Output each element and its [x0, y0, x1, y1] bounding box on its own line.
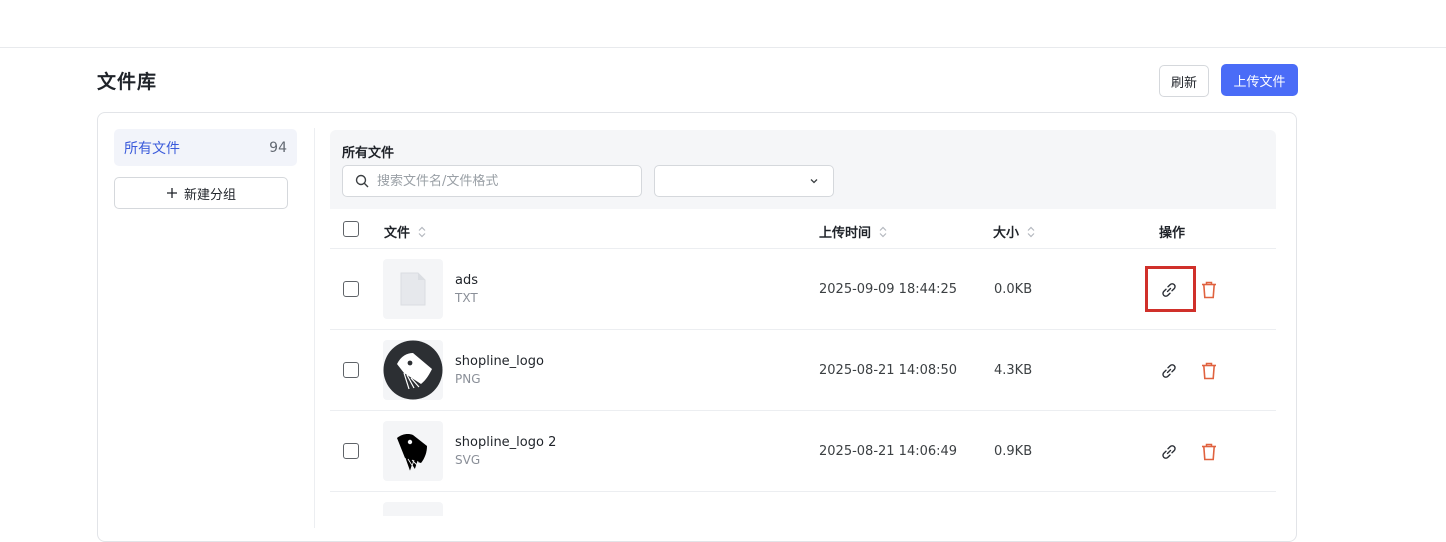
file-thumbnail[interactable] — [383, 340, 443, 400]
sort-icon — [418, 226, 426, 237]
plus-icon — [166, 188, 177, 198]
delete-button[interactable] — [1198, 441, 1220, 463]
file-thumbnail[interactable] — [383, 502, 443, 516]
group-label: 所有文件 — [124, 140, 180, 157]
select-all-checkbox[interactable] — [343, 221, 359, 237]
new-group-label: 新建分组 — [183, 187, 236, 203]
table-row — [330, 330, 1276, 411]
column-header-upload-time[interactable]: 上传时间 — [819, 222, 887, 241]
table-row — [330, 249, 1276, 330]
sidebar-divider — [314, 128, 315, 528]
table-header — [330, 210, 1276, 249]
trash-icon — [1202, 362, 1216, 380]
trash-icon — [1202, 281, 1216, 299]
file-size: 0.0KB — [994, 282, 1033, 297]
file-type: TXT — [455, 291, 478, 305]
row-checkbox[interactable] — [343, 443, 359, 459]
delete-button[interactable] — [1198, 360, 1220, 382]
new-group-button[interactable]: 新建分组 — [114, 177, 288, 209]
file-type-select[interactable] — [654, 165, 834, 197]
group-count: 94 — [269, 139, 287, 156]
file-icon — [400, 272, 426, 306]
file-type: SVG — [455, 453, 481, 467]
column-upload-time-label: 上传时间 — [819, 226, 872, 241]
filter-title: 所有文件 — [342, 146, 395, 161]
sort-icon — [879, 226, 887, 237]
column-actions-label: 操作 — [1159, 226, 1186, 241]
column-header-actions: 操作 — [1159, 222, 1185, 241]
copy-link-button[interactable] — [1158, 441, 1180, 463]
delete-button[interactable] — [1198, 279, 1220, 301]
sort-icon — [1027, 226, 1035, 237]
copy-link-button[interactable] — [1158, 360, 1180, 382]
row-checkbox[interactable] — [343, 362, 359, 378]
shopline-logo-tag-icon — [397, 434, 427, 474]
chevron-down-icon — [810, 179, 818, 184]
highlight-annotation — [1145, 266, 1196, 312]
file-name: ads — [455, 273, 478, 288]
file-size: 4.3KB — [994, 363, 1033, 378]
file-type: PNG — [455, 372, 481, 386]
upload-time: 2025-09-09 18:44:25 — [819, 282, 958, 297]
top-bar — [0, 0, 1446, 48]
file-thumbnail[interactable] — [383, 421, 443, 481]
search-icon — [355, 174, 369, 188]
column-size-label: 大小 — [993, 226, 1020, 241]
upload-time: 2025-08-21 14:08:50 — [819, 363, 958, 378]
search-input[interactable] — [377, 173, 617, 189]
page-title: 文件库 — [97, 71, 158, 93]
shopline-logo-circle-icon — [383, 340, 443, 400]
sidebar-item-all-files[interactable]: 所有文件 94 — [114, 129, 297, 166]
search-field[interactable] — [342, 165, 642, 197]
upload-time: 2025-08-21 14:06:49 — [819, 444, 958, 459]
column-header-file[interactable]: 文件 — [384, 222, 426, 241]
link-icon — [1162, 445, 1176, 459]
column-file-label: 文件 — [384, 226, 411, 241]
file-name: shopline_logo 2 — [455, 435, 557, 450]
file-size: 0.9KB — [994, 444, 1033, 459]
upload-file-button[interactable]: 上传文件 — [1221, 64, 1298, 96]
table-row — [330, 411, 1276, 492]
link-icon — [1162, 364, 1176, 378]
file-name: shopline_logo — [455, 354, 544, 369]
file-thumbnail[interactable] — [383, 259, 443, 319]
refresh-button[interactable]: 刷新 — [1159, 65, 1209, 97]
row-checkbox[interactable] — [343, 281, 359, 297]
column-header-size[interactable]: 大小 — [993, 222, 1035, 241]
trash-icon — [1202, 443, 1216, 461]
